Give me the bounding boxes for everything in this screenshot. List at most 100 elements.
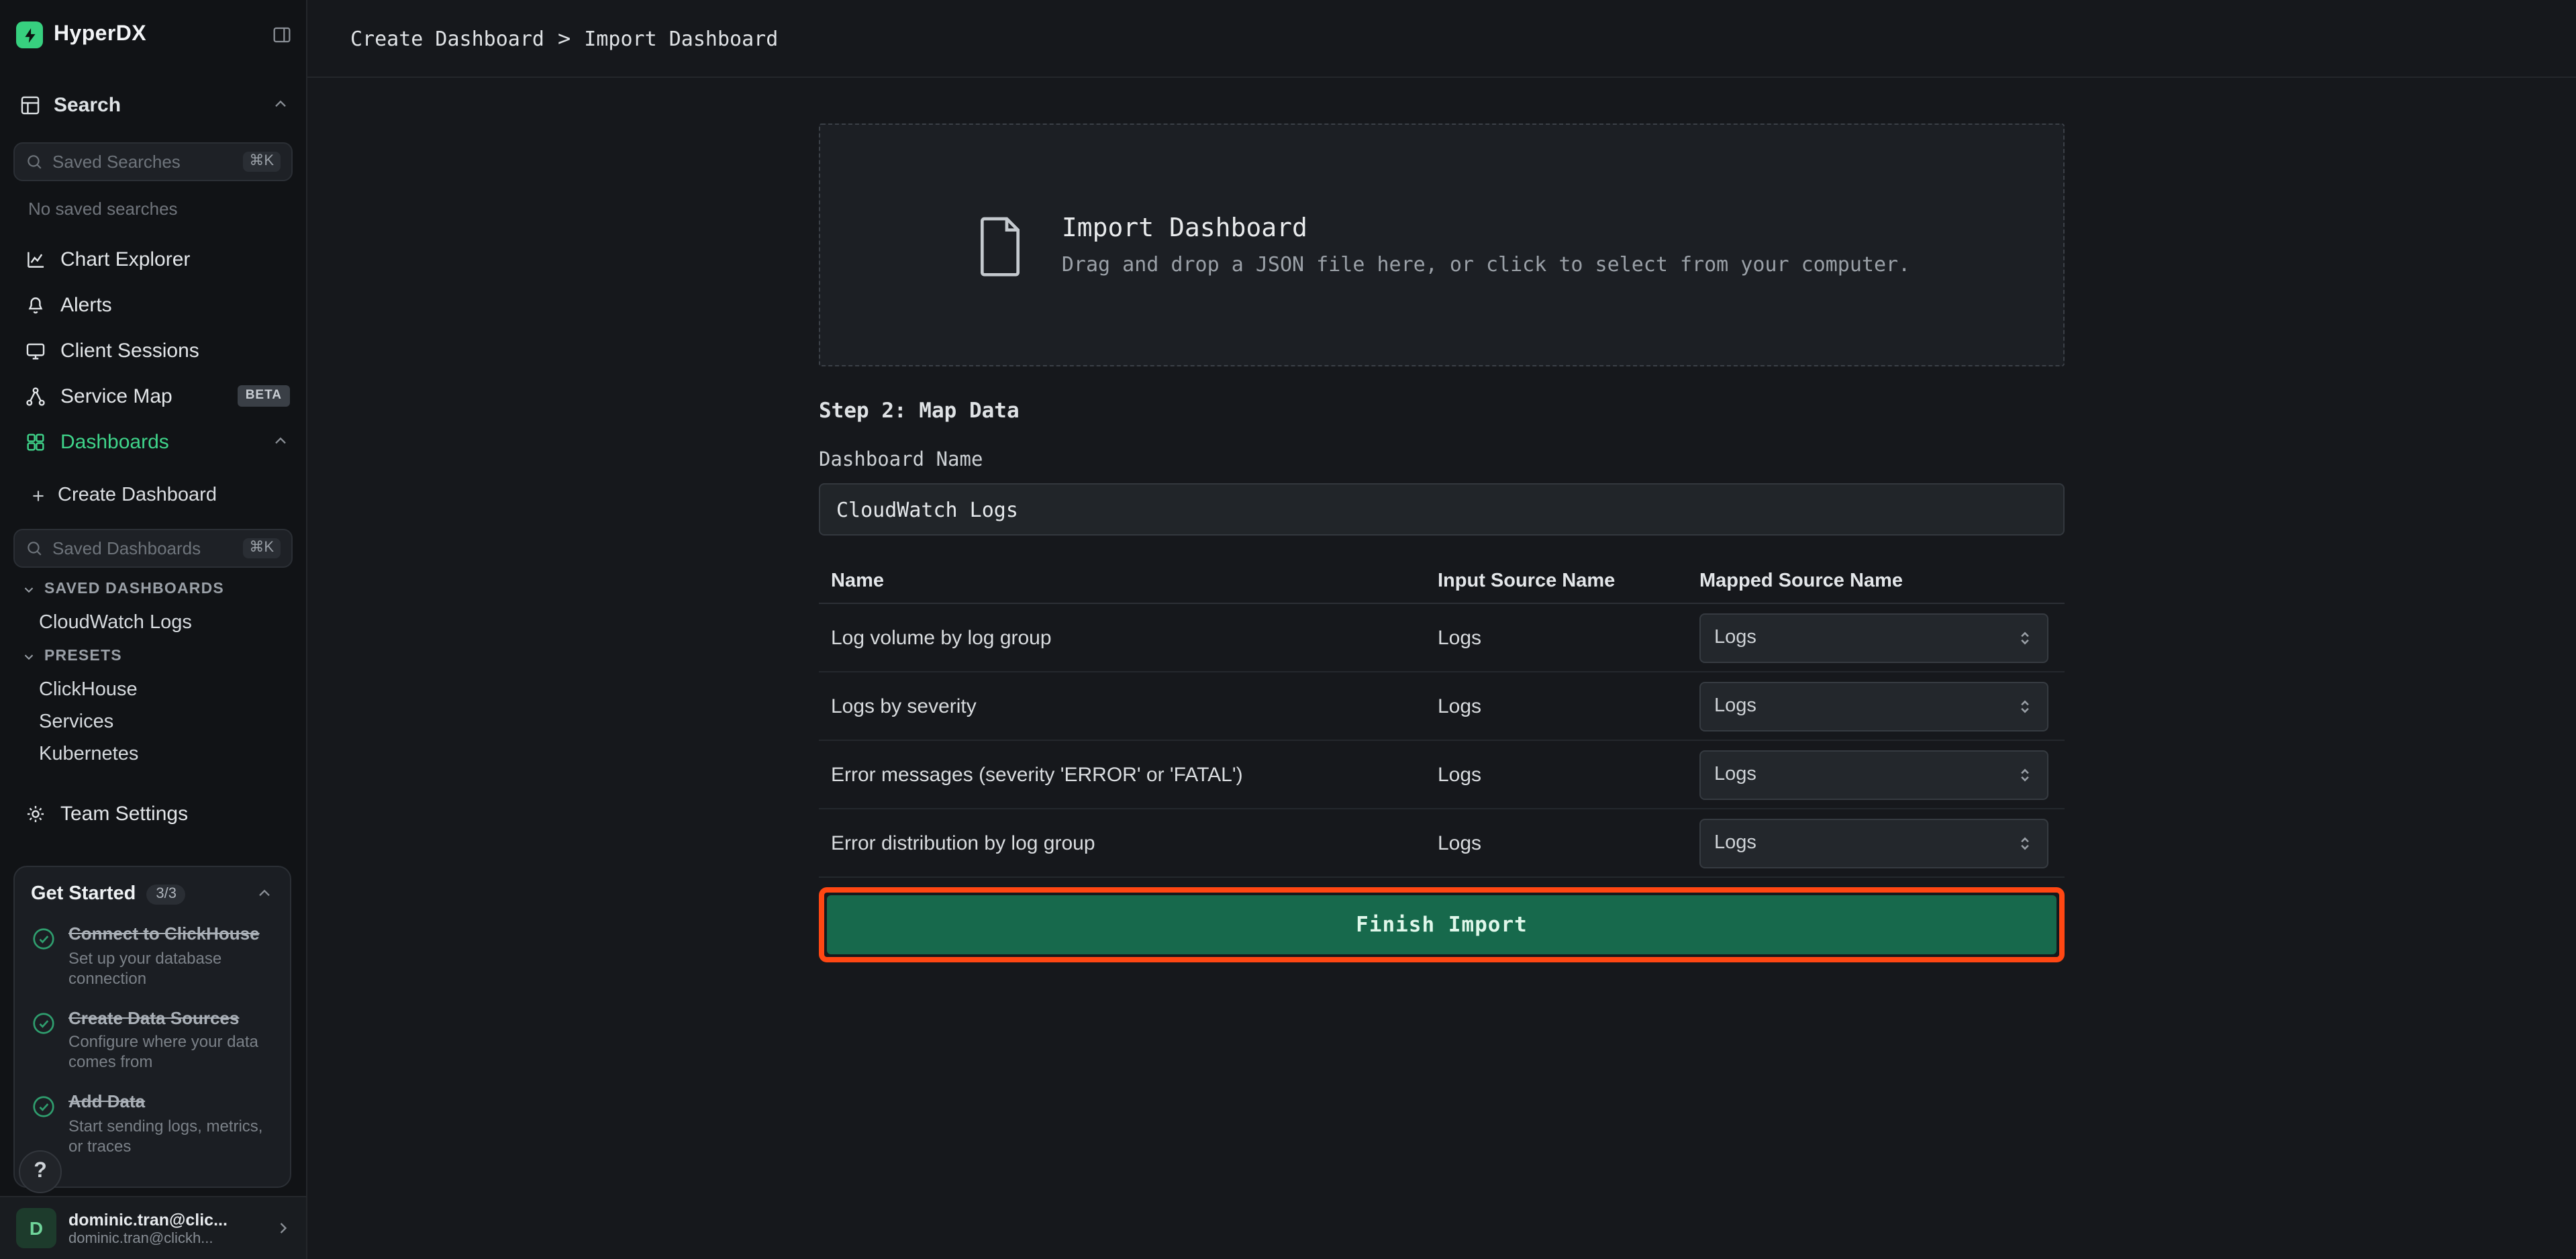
step-title: Add Data [68,1091,274,1112]
chevron-down-icon [21,649,36,664]
step-title: Connect to ClickHouse [68,923,274,944]
sidebar-item-label: Chart Explorer [60,248,290,270]
mapped-source-select[interactable]: Logs [1699,613,2048,662]
dashboard-name-input[interactable] [819,483,2065,536]
mapping-table: Name Input Source Name Mapped Source Nam… [819,560,2065,878]
sidebar-nav: Chart Explorer Alerts Client Sessions Se… [0,236,306,464]
saved-searches-search[interactable]: ⌘K [13,142,293,181]
chevron-down-icon [21,582,36,597]
chart-icon [24,248,47,270]
selected-option-label: Logs [1714,695,1756,717]
chart-name-cell: Log volume by log group [819,626,1438,649]
sidebar-item-dashboards[interactable]: Dashboards [0,419,306,464]
sidebar-item-label: Client Sessions [60,339,290,362]
section-header-label: PRESETS [44,648,122,664]
help-button[interactable]: ? [19,1150,62,1193]
dropzone-title: Import Dashboard [1062,213,1910,243]
dashboard-link-label: CloudWatch Logs [39,612,192,634]
sidebar-item-label: Team Settings [60,802,290,825]
dashboard-name-label: Dashboard Name [819,450,2065,471]
step-subtitle: Configure where your data comes from [68,1032,274,1072]
sidebar-item-label: Dashboards [60,430,271,453]
select-chevrons-icon [2016,834,2034,852]
sidebar-preset-clickhouse[interactable]: ClickHouse [39,678,306,702]
table-row: Logs by severity Logs Logs [819,672,2065,741]
mapped-source-select[interactable]: Logs [1699,681,2048,731]
sidebar-item-client-sessions[interactable]: Client Sessions [0,328,306,373]
mapped-source-select[interactable]: Logs [1699,818,2048,868]
sidebar-preset-kubernetes[interactable]: Kubernetes [39,742,306,766]
mapped-source-select[interactable]: Logs [1699,750,2048,799]
chevron-up-icon[interactable] [271,95,290,114]
get-started-progress-badge: 3/3 [146,884,186,904]
search-section-icon [19,93,42,116]
import-panel: Import Dashboard Drag and drop a JSON fi… [819,123,2065,962]
preset-link-label: Services [39,711,113,733]
sidebar-preset-services[interactable]: Services [39,710,306,734]
breadcrumb-import-dashboard: Import Dashboard [584,26,778,50]
get-started-step-2[interactable]: Create Data Sources Configure where your… [31,1007,274,1072]
section-header-label: SAVED DASHBOARDS [44,581,224,597]
app-root: HyperDX Search ⌘K No saved searches Char… [0,0,2576,1259]
shortcut-badge: ⌘K [242,152,281,172]
sidebar-item-service-map[interactable]: Service Map BETA [0,373,306,419]
input-source-cell: Logs [1438,695,1699,717]
shortcut-badge: ⌘K [242,538,281,558]
search-section-label: Search [54,93,271,116]
saved-dashboards-search[interactable]: ⌘K [13,529,293,568]
avatar: D [16,1208,56,1248]
get-started-step-1[interactable]: Connect to ClickHouse Set up your databa… [31,923,274,989]
create-dashboard-button[interactable]: Create Dashboard [0,475,306,515]
check-circle-icon [31,926,56,952]
no-saved-searches-text: No saved searches [28,199,306,220]
json-dropzone[interactable]: Import Dashboard Drag and drop a JSON fi… [819,123,2065,366]
table-row: Log volume by log group Logs Logs [819,604,2065,672]
chevron-up-icon[interactable] [255,885,274,903]
breadcrumb-create-dashboard[interactable]: Create Dashboard [350,26,544,50]
user-menu[interactable]: D dominic.tran@clic... dominic.tran@clic… [0,1196,306,1259]
finish-import-button[interactable]: Finish Import [827,895,2057,954]
get-started-step-3[interactable]: Add Data Start sending logs, metrics, or… [31,1091,274,1156]
hyperdx-logo-icon [16,21,43,48]
breadcrumb-separator: > [558,26,571,51]
input-source-cell: Logs [1438,832,1699,854]
plus-icon [30,487,47,504]
sidebar-dashboard-cloudwatch-logs[interactable]: CloudWatch Logs [39,611,306,635]
search-icon [26,153,43,170]
saved-dashboards-header[interactable]: SAVED DASHBOARDS [21,578,306,600]
selected-option-label: Logs [1714,764,1756,785]
sidebar-item-chart-explorer[interactable]: Chart Explorer [0,236,306,282]
dashboards-grid-icon [24,430,47,453]
column-header-name: Name [819,570,1438,592]
column-header-mapped-source: Mapped Source Name [1699,570,2065,592]
user-email: dominic.tran@clickh... [68,1230,274,1246]
check-circle-icon [31,1010,56,1036]
chevron-up-icon[interactable] [271,432,290,451]
sidebar-item-team-settings[interactable]: Team Settings [0,791,306,836]
get-started-header[interactable]: Get Started 3/3 [31,883,274,905]
bell-icon [24,293,47,316]
chart-name-cell: Logs by severity [819,695,1438,717]
select-chevrons-icon [2016,697,2034,715]
search-section-header[interactable]: Search [19,86,290,123]
select-chevrons-icon [2016,766,2034,783]
monitor-icon [24,339,47,362]
saved-dashboards-input[interactable] [52,538,242,558]
column-header-input-source: Input Source Name [1438,570,1699,592]
gear-icon [24,802,47,825]
chevron-right-icon [274,1219,293,1238]
search-icon [26,540,43,557]
dropzone-subtitle: Drag and drop a JSON file here, or click… [1062,252,1910,276]
step-label: Step 2: Map Data [819,399,2065,423]
collapse-sidebar-icon[interactable] [271,24,293,46]
annotation-highlight-box: Finish Import [819,887,2065,962]
saved-searches-input[interactable] [52,152,242,172]
selected-option-label: Logs [1714,627,1756,648]
sidebar-item-alerts[interactable]: Alerts [0,282,306,328]
presets-header[interactable]: PRESETS [21,646,306,667]
selected-option-label: Logs [1714,832,1756,854]
get-started-card: Get Started 3/3 Connect to ClickHouse Se… [13,866,291,1188]
user-name: dominic.tran@clic... [68,1210,274,1229]
select-chevrons-icon [2016,629,2034,646]
step-subtitle: Start sending logs, metrics, or traces [68,1117,274,1157]
